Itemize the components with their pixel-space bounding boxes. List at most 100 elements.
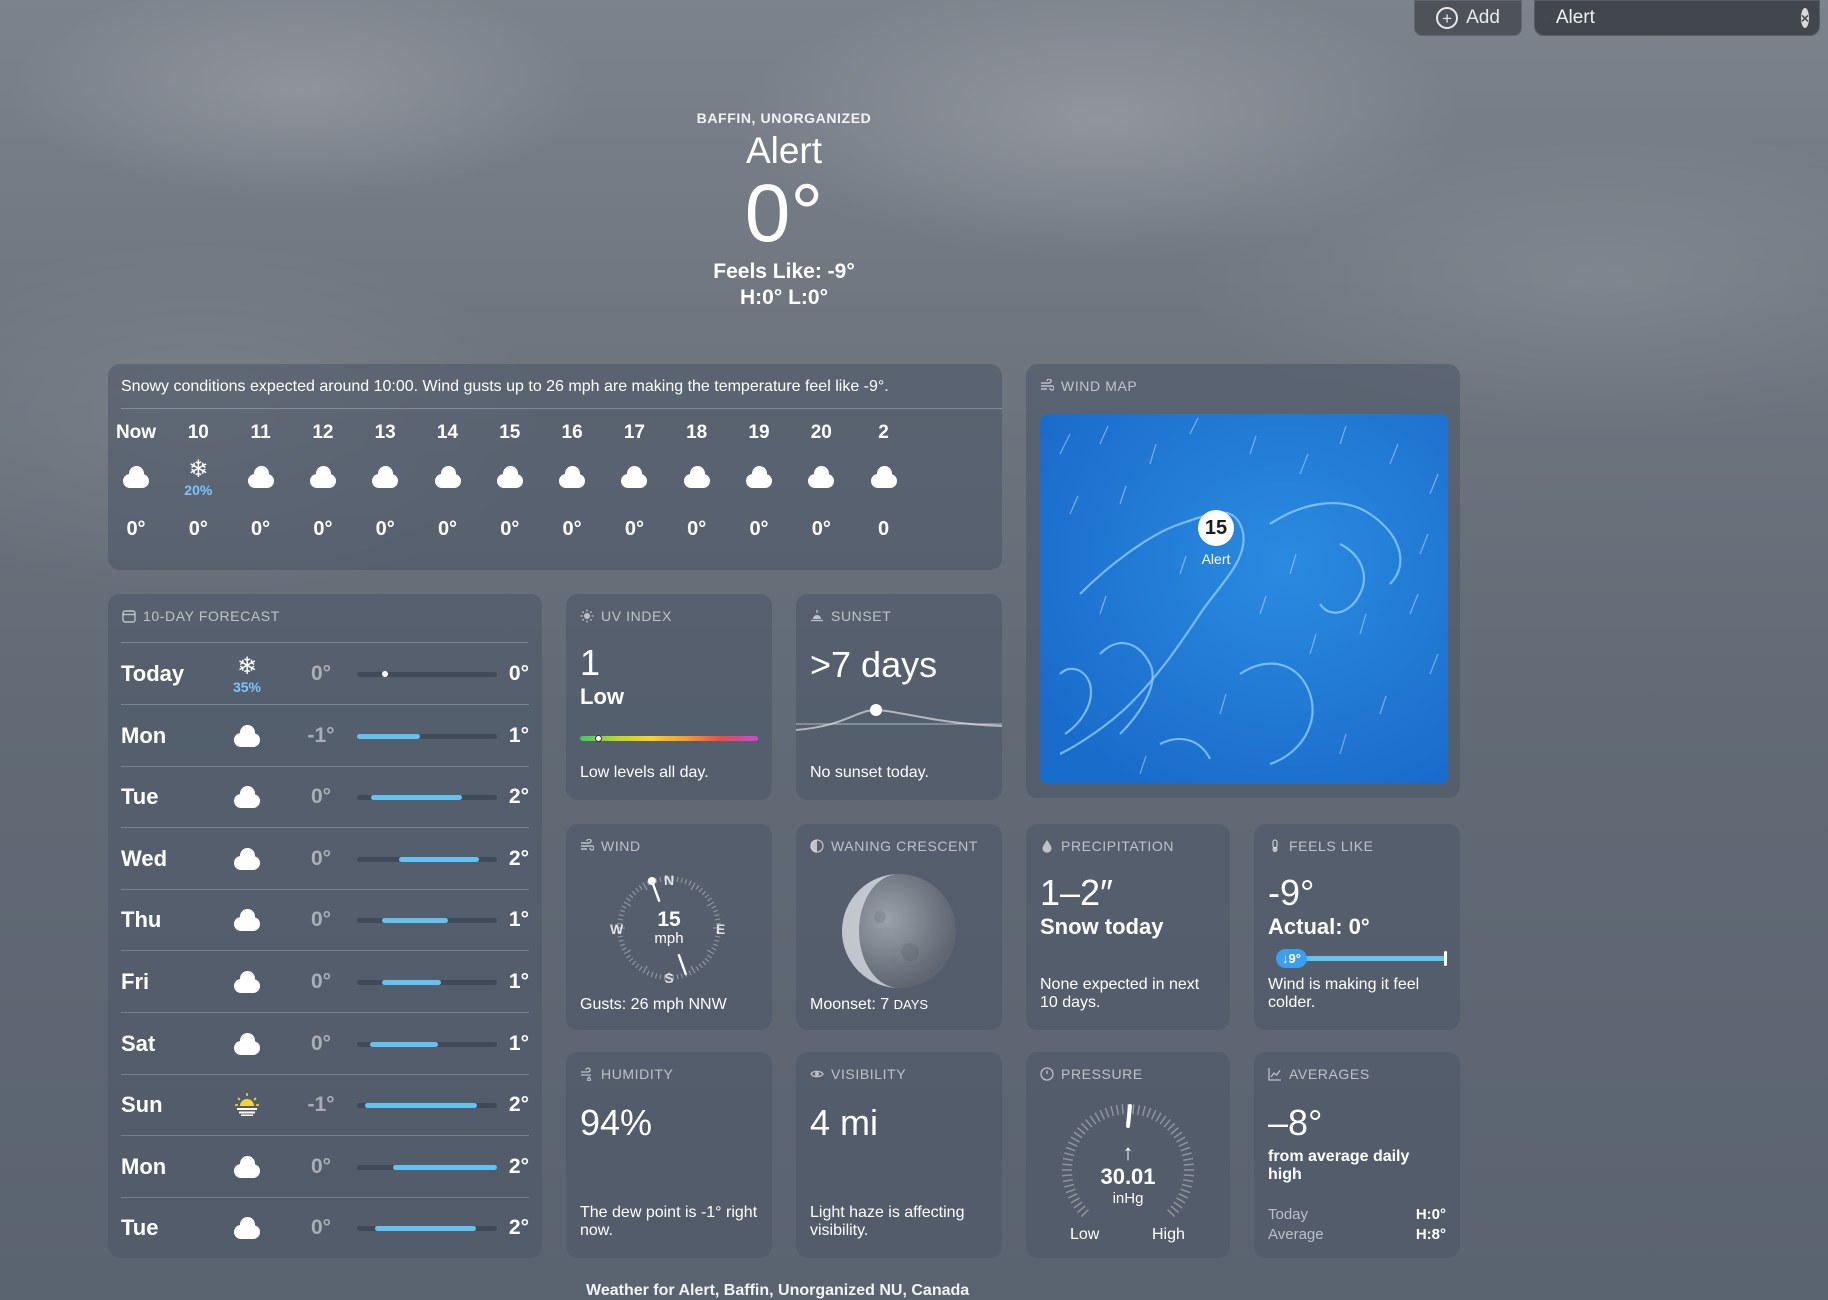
averages-caption: AVERAGES: [1268, 1066, 1370, 1082]
forecast-day-row[interactable]: Thu 0° 1°: [121, 889, 529, 952]
compass-south: S: [664, 970, 674, 986]
uv-value: 1: [580, 642, 601, 683]
averages-today-label: Today: [1268, 1206, 1309, 1223]
high-temperature: 0°: [508, 662, 529, 685]
hourly-forecast-panel[interactable]: Snowy conditions expected around 10:00. …: [108, 364, 1002, 570]
day-condition: [225, 899, 269, 943]
forecast-day-row[interactable]: Sun -1° 2°: [121, 1074, 529, 1137]
temperature-range-fill: [399, 856, 479, 862]
thermometer-icon: [1268, 839, 1282, 853]
humidity-value: 94%: [580, 1102, 653, 1143]
plus-circle-icon: +: [1436, 7, 1459, 29]
cloud-icon: [746, 466, 772, 488]
forecast-day-row[interactable]: Mon 0° 2°: [121, 1136, 529, 1198]
forecast-day-row[interactable]: Mon -1° 1°: [121, 705, 529, 767]
cloud-icon: [621, 466, 648, 488]
sunset-caption: SUNSET: [810, 608, 891, 624]
day-name: Today: [121, 661, 185, 686]
low-temperature: -1°: [307, 723, 335, 747]
region-label: BAFFIN, UNORGANIZED: [696, 110, 872, 126]
day-condition: [225, 715, 269, 759]
pressure-value: 30.01: [1100, 1164, 1156, 1189]
precip-chance: 20%: [184, 482, 213, 498]
cloud-icon: [434, 466, 461, 488]
wind-icon: [1040, 378, 1055, 393]
sunset-note: No sunset today.: [810, 764, 929, 781]
uv-index-tile[interactable]: UV INDEX 1 Low Low levels all day.: [566, 594, 772, 800]
hour-label: 15: [499, 422, 521, 443]
low-temperature: 0°: [310, 662, 332, 685]
day-name: Sat: [121, 1030, 156, 1056]
feels-like-text: Feels Like: -9°: [713, 260, 855, 283]
cloud-icon: [234, 724, 260, 747]
forecast-day-row[interactable]: Sat 0° 1°: [121, 1013, 529, 1075]
day-name: Mon: [121, 1153, 167, 1179]
forecast-day-row[interactable]: Fri 0° 1°: [121, 951, 529, 1013]
precipitation-caption: PRECIPITATION: [1040, 838, 1174, 854]
feels-like-value: -9°: [1268, 872, 1315, 913]
humidity-tile[interactable]: HUMIDITY 94% The dew point is -1° right …: [566, 1052, 772, 1258]
low-temperature: 0°: [310, 970, 332, 993]
precipitation-tile[interactable]: PRECIPITATION 1–2″ Snow today None expec…: [1026, 824, 1230, 1030]
wind-map-caption: WIND MAP: [1040, 378, 1137, 394]
ten-day-forecast-panel[interactable]: 10-DAY FORECAST Today ❄ 35% 0° 0° Mon -1° 1° Tue…: [108, 594, 542, 1258]
moonset-text: Moonset: 7 DAYS: [810, 996, 929, 1013]
hour-label: 18: [686, 422, 708, 443]
temperature-range-bar: [357, 795, 497, 801]
hour-condition: [293, 448, 353, 508]
hour-temperature: 0: [878, 518, 890, 540]
temperature-range-fill: [365, 1103, 478, 1109]
wind-map[interactable]: 15 Alert: [1040, 414, 1448, 784]
hour-condition: [791, 448, 851, 508]
current-conditions: BAFFIN, UNORGANIZED Alert 0° Feels Like:…: [584, 110, 984, 310]
moon-caption: WANING CRESCENT: [810, 838, 978, 854]
wind-gusts: Gusts: 26 mph NNW: [580, 996, 727, 1013]
hour-column: 17 0°: [604, 422, 664, 541]
hour-column: 20 0°: [791, 422, 851, 541]
feels-like-difference-pill: ↓9°: [1276, 949, 1307, 968]
hour-column: 19 0°: [729, 422, 789, 541]
add-button[interactable]: + Add: [1414, 0, 1522, 36]
hour-temperature: 0°: [562, 518, 582, 540]
pressure-arrow-icon: ↑: [1122, 1140, 1134, 1165]
uv-level: Low: [580, 684, 624, 709]
precipitation-note: None expected in next 10 days.: [1040, 976, 1200, 1011]
day-condition: [225, 776, 269, 820]
sunrise-icon: [234, 1092, 260, 1121]
uv-scale-bar: [580, 735, 758, 742]
hour-condition: [231, 448, 291, 508]
hour-condition: [418, 448, 478, 508]
averages-value: –8°: [1268, 1102, 1323, 1143]
hour-column: 11 0°: [231, 422, 291, 541]
search-input[interactable]: [1555, 7, 1801, 29]
forecast-day-row[interactable]: Tue 0° 2°: [121, 1197, 529, 1259]
forecast-day-row[interactable]: Today ❄ 35% 0° 0°: [121, 643, 529, 705]
high-temperature: 2°: [508, 1154, 529, 1178]
hour-temperature: 0°: [313, 518, 333, 540]
hour-column: 15 0°: [480, 422, 540, 541]
forecast-day-row[interactable]: Tue 0° 2°: [121, 766, 529, 829]
search-field[interactable]: ×: [1534, 0, 1820, 36]
wind-tile[interactable]: WIND N S W E 15 mph Gusts: 26 mph NNW: [566, 824, 772, 1030]
hourly-summary: Snowy conditions expected around 10:00. …: [121, 378, 889, 395]
temperature-range-bar: [357, 918, 497, 924]
cloud-icon: [234, 1217, 260, 1240]
wind-map-graphic: [1040, 414, 1448, 784]
temperature-range-fill: [382, 980, 441, 985]
calendar-icon: [122, 609, 136, 623]
sunset-tile[interactable]: SUNSET >7 days No sunset today.: [796, 594, 1002, 800]
pressure-tile[interactable]: PRESSURE ↑ 30.01 inHg Low High: [1026, 1052, 1230, 1258]
wind-map-marker[interactable]: 15: [1198, 510, 1234, 546]
visibility-tile[interactable]: VISIBILITY 4 mi Light haze is affecting …: [796, 1052, 1002, 1258]
sunset-icon: [810, 609, 824, 623]
day-name: Tue: [121, 1215, 159, 1241]
averages-tile[interactable]: AVERAGES –8° from average daily high Tod…: [1254, 1052, 1460, 1258]
temperature-range-bar: [357, 733, 497, 739]
wind-map-panel[interactable]: WIND MAP 15 Alert: [1026, 364, 1460, 798]
moon-phase-tile[interactable]: WANING CRESCENT Moonset: 7 DAYS: [796, 824, 1002, 1030]
feels-like-tile[interactable]: FEELS LIKE -9° Actual: 0° ↓9° Wind is ma…: [1254, 824, 1460, 1030]
chart-line-icon: [1268, 1067, 1282, 1081]
forecast-day-row[interactable]: Wed 0° 2°: [121, 828, 529, 890]
temperature-range-bar: [357, 1226, 497, 1232]
clear-search-icon[interactable]: ×: [1800, 8, 1809, 28]
